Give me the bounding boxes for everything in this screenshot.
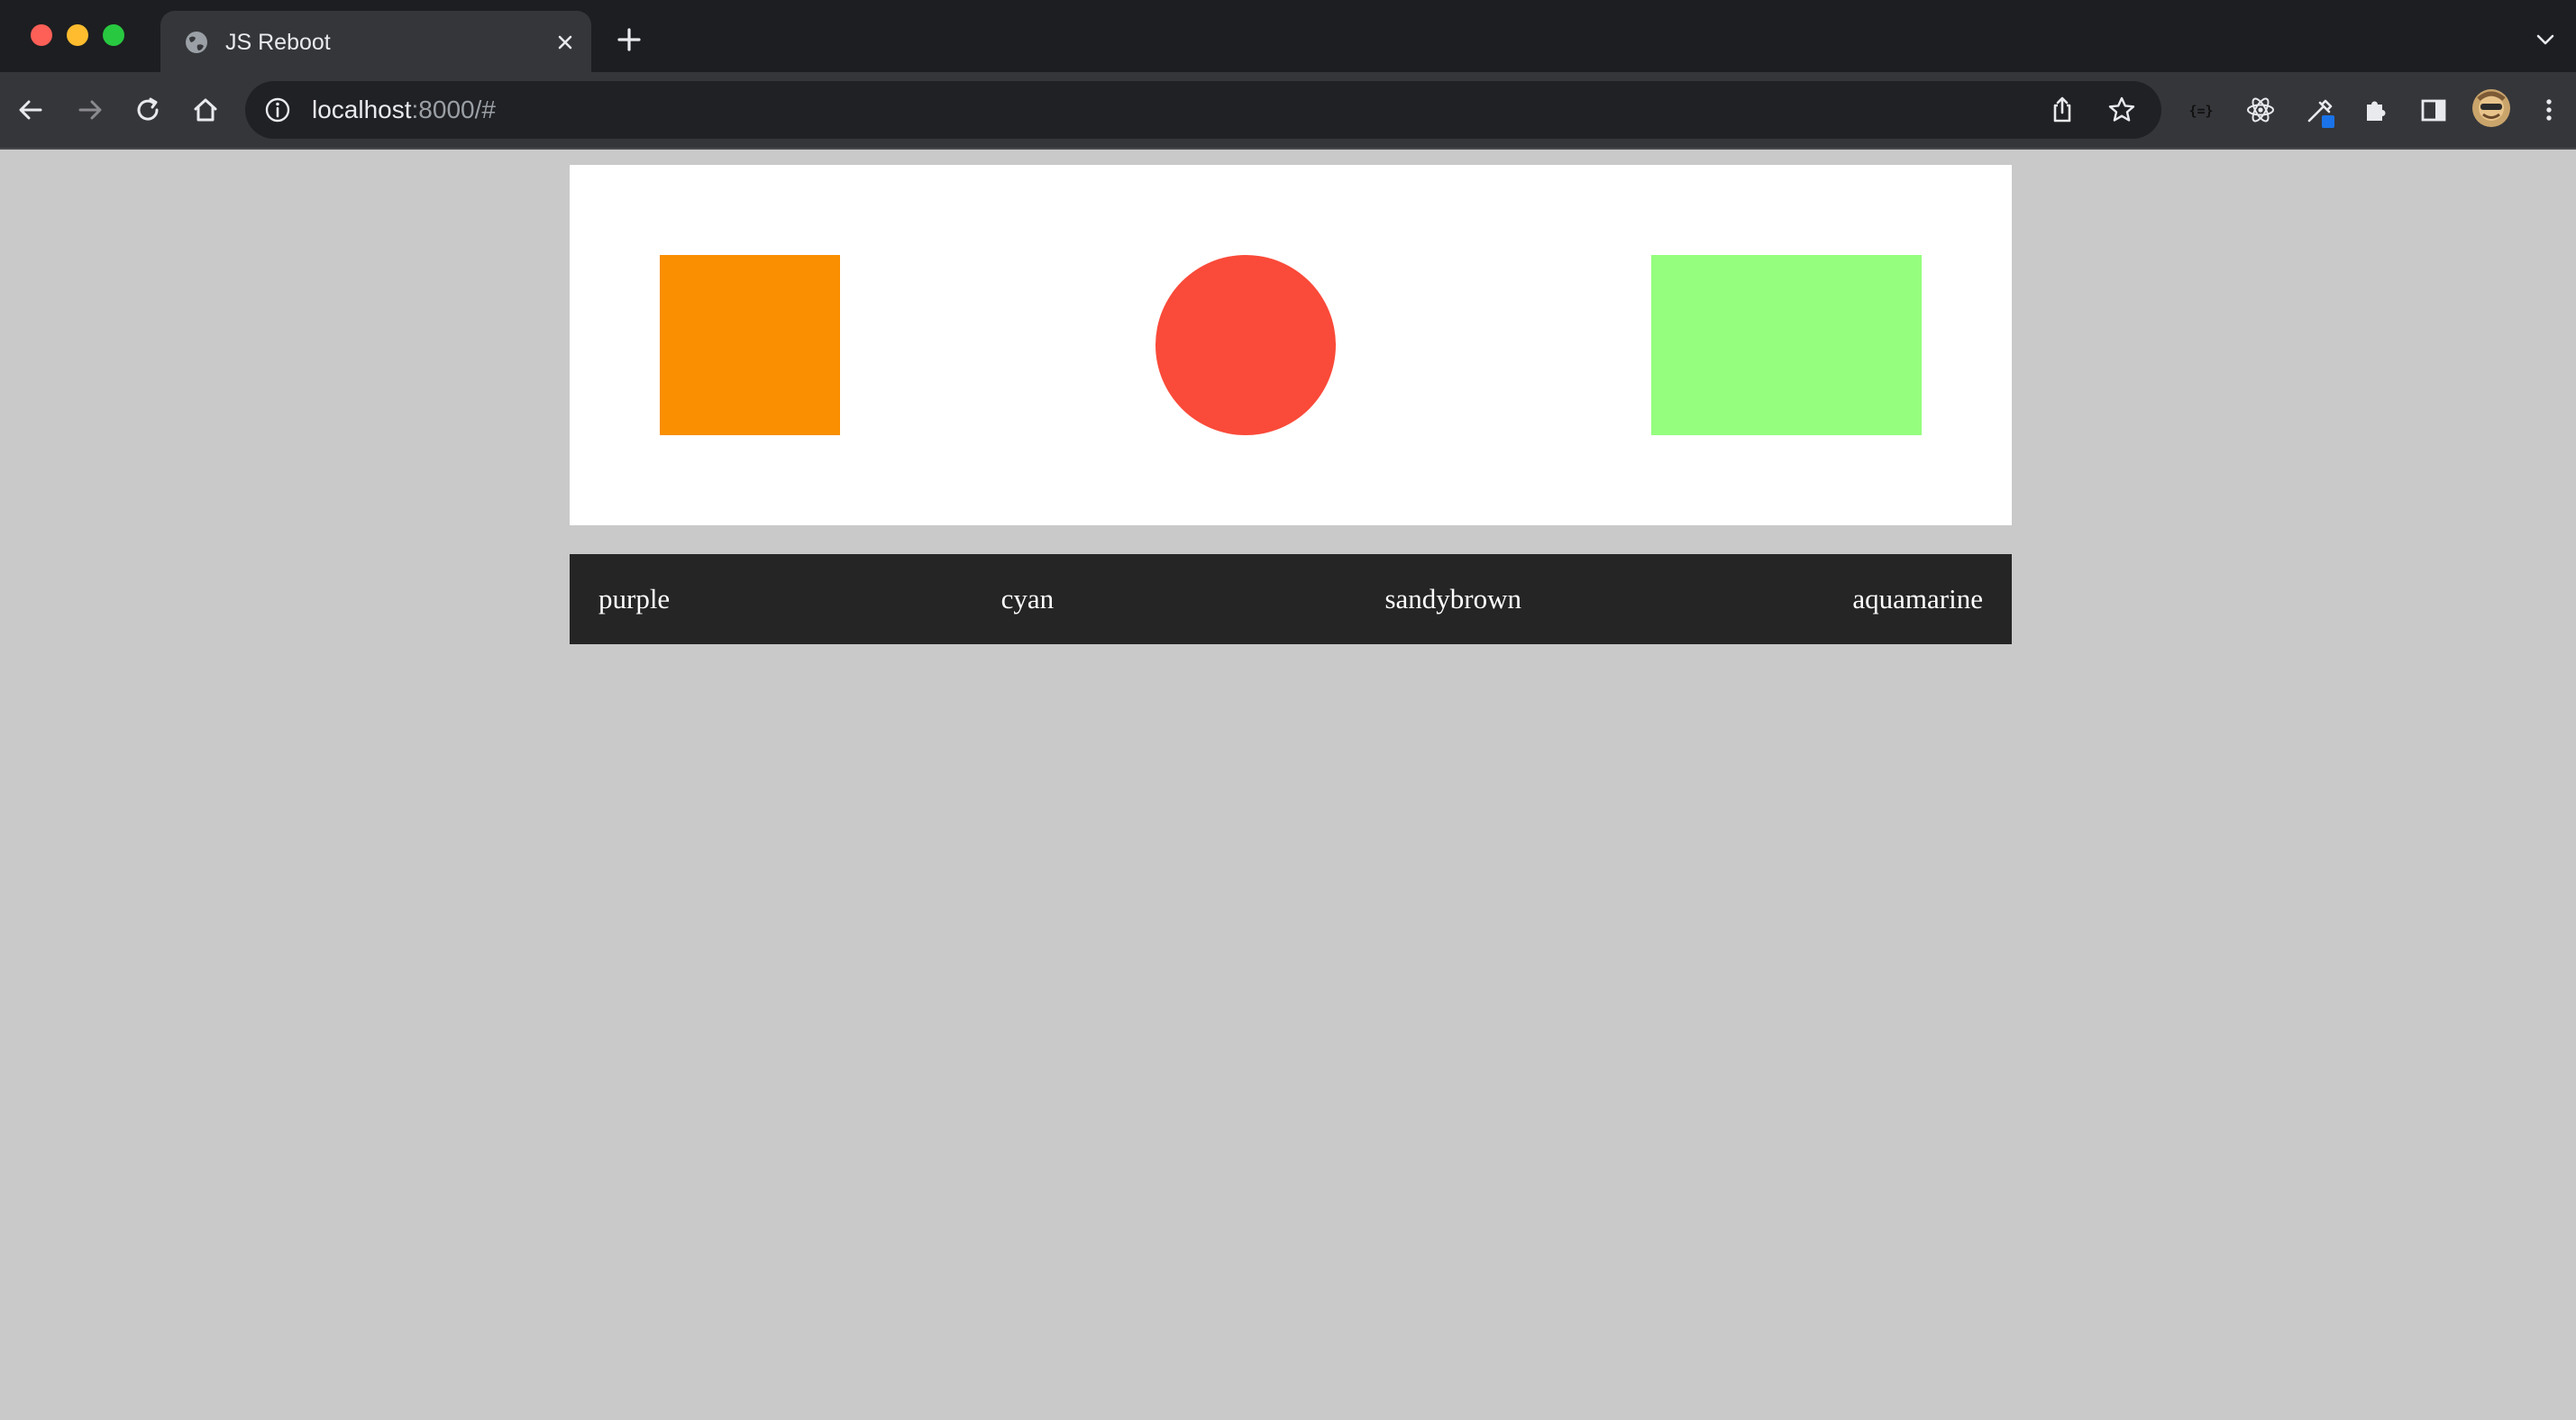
tab-search-chevron-down-icon[interactable] <box>2533 27 2558 52</box>
svg-text:{=}: {=} <box>2188 103 2213 119</box>
color-picker-extension-icon[interactable] <box>2302 94 2334 128</box>
url-host: localhost <box>312 96 412 123</box>
orange-square-shape[interactable] <box>660 255 840 435</box>
globe-icon <box>184 30 209 55</box>
url-text: localhost:8000/# <box>312 96 496 124</box>
bookmark-star-icon[interactable] <box>2106 94 2138 126</box>
side-panel-icon[interactable] <box>2417 94 2450 126</box>
close-window-button[interactable] <box>31 24 52 46</box>
back-arrow-icon[interactable] <box>14 94 47 126</box>
extensions-puzzle-icon[interactable] <box>2360 94 2392 126</box>
color-option-cyan[interactable]: cyan <box>1001 583 1055 615</box>
site-info-icon[interactable] <box>261 94 294 126</box>
tab-title: JS Reboot <box>225 30 331 55</box>
home-icon[interactable] <box>189 94 222 126</box>
color-options-bar: purple cyan sandybrown aquamarine <box>570 554 2012 644</box>
url-path: :8000/# <box>411 96 496 123</box>
react-devtools-icon[interactable] <box>2244 94 2277 126</box>
new-tab-plus-icon[interactable] <box>615 25 644 54</box>
json-formatter-extension-icon[interactable]: {=} <box>2185 94 2217 126</box>
shapes-canvas <box>570 165 2012 525</box>
forward-arrow-icon[interactable] <box>74 94 106 126</box>
red-circle-shape[interactable] <box>1156 255 1336 435</box>
maximize-window-button[interactable] <box>103 24 124 46</box>
reload-icon[interactable] <box>132 94 164 126</box>
color-option-sandybrown[interactable]: sandybrown <box>1384 583 1521 615</box>
toolbar-divider <box>0 148 2576 150</box>
browser-tab-strip: JS Reboot <box>0 0 2576 72</box>
browser-toolbar: localhost:8000/# {=} <box>0 72 2576 148</box>
profile-avatar[interactable] <box>2471 88 2511 128</box>
browser-tab[interactable]: JS Reboot <box>160 11 591 72</box>
address-bar[interactable]: localhost:8000/# <box>245 81 2161 139</box>
share-icon[interactable] <box>2046 94 2078 126</box>
color-option-aquamarine[interactable]: aquamarine <box>1852 583 1983 615</box>
close-tab-icon[interactable] <box>552 29 579 56</box>
minimize-window-button[interactable] <box>67 24 88 46</box>
color-option-purple[interactable]: purple <box>598 583 670 615</box>
green-rectangle-shape[interactable] <box>1651 255 1922 435</box>
more-menu-kebab-icon[interactable] <box>2533 94 2565 126</box>
